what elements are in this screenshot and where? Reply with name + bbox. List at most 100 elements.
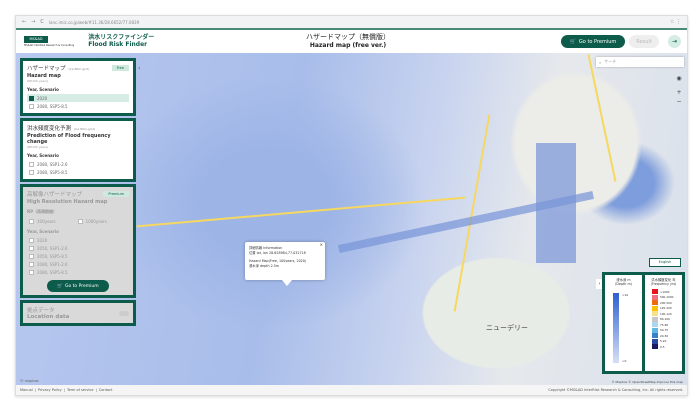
checkbox[interactable] [29,269,34,275]
option-label: 2080, SSP5-8.5 [37,103,68,109]
checkbox-checked[interactable] [29,95,34,101]
contact-link[interactable]: Contact [99,388,113,392]
option-2080-ssp585[interactable]: 2080, SSP5-8.5 [27,168,129,176]
road [136,196,466,228]
frequency-label: 75-80 [660,322,669,327]
option-label: 2080, SSP1-2.6 [37,161,68,167]
zoom-in-icon[interactable]: + [675,89,683,97]
address-bar[interactable]: lanc.imic.co.jp/web/#11.36/28.6652/77.08… [49,20,665,25]
section-label: Year, Scenario [27,229,59,234]
go-to-premium-button[interactable]: 🛒 Go to Premium [561,35,625,48]
option[interactable]: 2080, SSP1-2.6 [27,260,129,268]
color-swatch [652,300,658,306]
frequency-label: 20-50 [660,333,669,338]
color-swatch [652,322,658,328]
panel-title: ハザードマップ [27,66,66,72]
city-label: ニューデリー [486,324,528,332]
panel-note: (RP100 years) [27,79,49,83]
option-2080-ssp126[interactable]: 2080, SSP1-2.6 [27,160,129,168]
color-swatch [652,289,658,295]
frequency-label: 0-5 [660,344,665,349]
frequency-legend-row: 0-5 [647,344,680,350]
road [587,54,617,182]
checkbox[interactable] [29,103,34,109]
color-swatch [652,311,658,317]
frequency-label: 100-120 [660,311,672,316]
extensions-icon[interactable]: ☆ ⋮ [670,19,681,25]
option-label: 1000years [85,218,107,224]
map-area[interactable]: ニューデリー ハザードマップ (Ca.80m-grid) Free Hazard m… [16,53,687,386]
option-label: 100years [37,218,56,224]
color-swatch [652,333,658,339]
option-2020[interactable]: 2020 [27,94,129,102]
flood-area [536,143,576,263]
frequency-label: 5-20 [660,339,667,344]
color-swatch [652,327,658,333]
free-badge: Free [111,65,129,71]
depth-max: >10 [622,293,629,297]
checkbox[interactable] [29,253,34,259]
terms-link[interactable]: Term of service [67,388,94,392]
go-to-premium-button[interactable]: 🛒 Go to Premium [47,280,109,292]
checkbox[interactable] [77,218,83,224]
color-swatch [652,316,658,322]
privacy-link[interactable]: Privacy Policy [38,388,62,392]
option-label: 2050, SSP1-2.6 [37,245,68,251]
copyright: Copyright ©MS&AD InterRisk Research & Co… [548,388,683,392]
locate-icon[interactable]: ◉ [675,75,683,83]
collapse-sidebar-icon[interactable]: ‹ [138,65,140,72]
option[interactable]: 2050, SSP5-8.5 [27,252,129,260]
zoom-out-icon[interactable]: − [675,98,683,106]
reload-icon[interactable]: C [40,19,44,25]
panel-note: (RP100 years) [27,145,49,149]
depth-legend: 浸水深 m (Depth m) >10 <0 [605,275,642,371]
cart-icon: 🛒 [569,38,576,45]
option-100years[interactable]: 100years [27,217,56,225]
forward-icon[interactable]: → [31,19,35,25]
option[interactable]: 2050, SSP1-2.6 [27,244,129,252]
english-button[interactable]: English [649,258,681,267]
color-swatch [652,338,658,344]
popup-pointer [282,280,292,286]
option-label: 2080, SSP5-8.5 [37,269,68,275]
premium-badge: Premium [103,191,129,197]
checkbox[interactable] [29,218,34,224]
brand-jp: 洪水リスクファインダー [88,34,155,41]
checkbox[interactable] [29,261,34,267]
option[interactable]: 2080, SSP5-8.5 [27,268,129,276]
footer: Manual | Privacy Policy | Term of service |… [16,385,687,395]
checkbox[interactable] [29,161,34,167]
color-swatch [652,344,658,350]
location-toggle[interactable] [119,310,129,316]
location-data-panel: 拠点データ Location data [20,300,136,326]
back-icon[interactable]: ← [22,19,26,25]
result-button[interactable]: Result [629,35,659,48]
cart-icon: 🛒 [57,283,63,289]
close-icon[interactable]: × [320,242,323,247]
option-1000years[interactable]: 1000years [76,217,107,225]
option[interactable]: 2020 [27,236,129,244]
frequency-label: 50-75 [660,328,669,333]
company-logo: MS&AD [24,35,48,43]
legend: 浸水深 m (Depth m) >10 <0 洪水頻度変化 年 (Frequen… [602,272,685,374]
map-attribution[interactable]: © Mapbox © OpenStreetMap Improve this ma… [612,380,683,384]
frequency-legend: 洪水頻度変化 年 (Frequency yrs) >1000 500-1000 20… [645,275,682,371]
option-2080-ssp585[interactable]: 2080, SSP5-8.5 [27,102,129,110]
color-swatch [652,294,658,300]
color-swatch [652,305,658,311]
panel-subtitle: High Resolution Hazard map [27,199,108,205]
depth-gradient [613,293,619,363]
logout-icon[interactable]: ⇥ [668,35,681,48]
frequency-label: 80-100 [660,317,670,322]
panel-subtitle: Prediction of Flood frequency change [27,133,111,145]
depth-min: <0 [622,359,627,363]
checkbox[interactable] [29,237,34,243]
resolution: (Ca.80m-grid) [74,127,95,131]
checkbox[interactable] [29,245,34,251]
frequency-panel: 洪水頻度変化予測 (Ca.80m-grid) Prediction of Floo… [20,118,136,182]
manual-link[interactable]: Manual [20,388,33,392]
checkbox[interactable] [29,169,34,175]
frequency-label: >1000 [660,289,670,294]
search-input[interactable]: ⌕ サーチ [596,57,684,67]
browser-toolbar: ← → C lanc.imic.co.jp/web/#11.36/28.6652/7… [16,16,687,30]
